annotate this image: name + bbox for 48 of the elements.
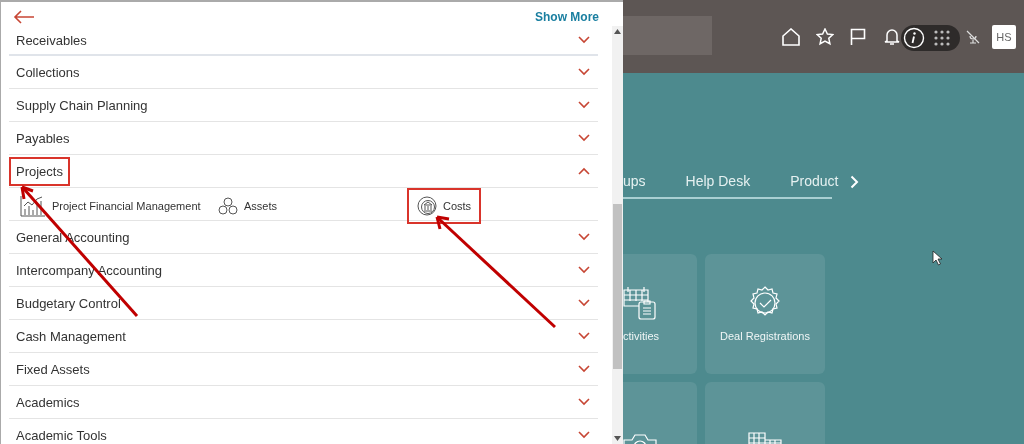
calendar-icon <box>623 286 657 320</box>
section-label[interactable]: Collections <box>9 57 87 87</box>
circles-icon <box>218 197 238 215</box>
tab[interactable]: ups <box>623 173 646 189</box>
section-label[interactable]: Projects <box>9 156 70 186</box>
scroll-down-icon[interactable] <box>614 436 621 441</box>
chevron-right-icon[interactable] <box>850 175 859 189</box>
flag-icon[interactable] <box>850 27 866 46</box>
section-label[interactable]: Supply Chain Planning <box>9 90 155 120</box>
section-label[interactable]: Academics <box>9 387 87 417</box>
show-more-link[interactable]: Show More <box>535 10 599 24</box>
bank-icon <box>417 196 437 216</box>
chevron-down-icon[interactable] <box>578 332 590 340</box>
grid-icon[interactable] <box>934 29 950 46</box>
mouse-cursor-icon <box>932 250 943 266</box>
tab[interactable]: Product <box>790 173 839 189</box>
section-label[interactable]: Payables <box>9 123 77 153</box>
muted-icon[interactable] <box>966 29 980 44</box>
chevron-down-icon[interactable] <box>578 68 590 76</box>
chevron-down-icon[interactable] <box>578 398 590 406</box>
chevron-down-icon[interactable] <box>578 134 590 142</box>
section-label[interactable]: Receivables <box>9 25 94 55</box>
scroll-up-icon[interactable] <box>614 29 621 34</box>
bell-icon[interactable] <box>884 27 900 46</box>
section-label[interactable]: Intercompany Accounting <box>9 255 169 285</box>
chevron-down-icon[interactable] <box>578 365 590 373</box>
user-avatar[interactable]: HS <box>992 24 1016 49</box>
chevron-up-icon[interactable] <box>578 167 590 175</box>
menu-link[interactable]: Costs <box>407 188 482 224</box>
chevron-down-icon[interactable] <box>578 299 590 307</box>
back-arrow-icon[interactable] <box>13 10 35 24</box>
home-icon[interactable] <box>782 27 800 46</box>
search-field[interactable] <box>623 16 712 55</box>
chevron-down-icon[interactable] <box>578 431 590 439</box>
info-icon[interactable] <box>903 26 925 49</box>
menu-link[interactable]: Project Financial Management <box>14 190 209 222</box>
chevron-down-icon[interactable] <box>578 101 590 109</box>
chevron-down-icon[interactable] <box>578 266 590 274</box>
chevron-down-icon[interactable] <box>578 36 590 44</box>
section-label[interactable]: Cash Management <box>9 321 133 351</box>
section-label[interactable]: Budgetary Control <box>9 288 128 318</box>
scrollbar[interactable] <box>612 26 623 444</box>
section-label[interactable]: Fixed Assets <box>9 354 97 384</box>
section-label[interactable]: Academic Tools <box>9 420 114 444</box>
chevron-down-icon[interactable] <box>578 233 590 241</box>
bar-chart-icon <box>20 195 46 217</box>
menu-link[interactable]: Assets <box>212 192 285 220</box>
star-icon[interactable] <box>816 27 834 46</box>
